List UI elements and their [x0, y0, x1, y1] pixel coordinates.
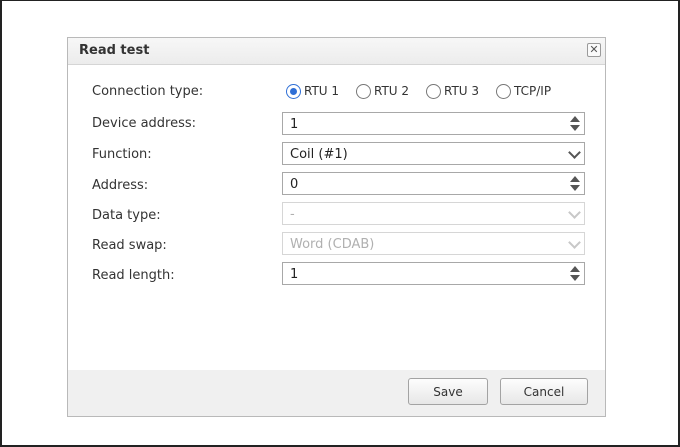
- data-type-value: -: [290, 207, 295, 222]
- address-label: Address:: [92, 178, 149, 193]
- dialog-title: Read test: [79, 43, 150, 58]
- read-test-dialog: Read test ✕ Connection type: RTU 1 RTU 2…: [67, 37, 606, 417]
- device-address-input[interactable]: 1: [282, 112, 585, 135]
- spin-up-icon[interactable]: [570, 116, 580, 122]
- device-address-label: Device address:: [92, 116, 197, 131]
- radio-rtu3-circle[interactable]: [426, 84, 441, 99]
- dialog-footer: Save Cancel: [68, 370, 605, 416]
- chevron-down-icon: [568, 236, 581, 249]
- radio-rtu2-circle[interactable]: [356, 84, 371, 99]
- address-value: 0: [290, 177, 299, 192]
- read-length-spinner[interactable]: [568, 264, 582, 283]
- function-select[interactable]: Coil (#1): [282, 142, 585, 165]
- save-button[interactable]: Save: [408, 378, 488, 405]
- spin-up-icon[interactable]: [570, 266, 580, 272]
- address-input[interactable]: 0: [282, 172, 585, 195]
- read-swap-label: Read swap:: [92, 238, 167, 253]
- read-length-input[interactable]: 1: [282, 262, 585, 285]
- spin-down-icon[interactable]: [570, 125, 580, 131]
- device-address-spinner[interactable]: [568, 114, 582, 133]
- chevron-down-icon: [568, 206, 581, 219]
- device-address-value: 1: [290, 117, 299, 132]
- radio-tcpip-circle[interactable]: [496, 84, 511, 99]
- radio-rtu3-label: RTU 3: [444, 84, 480, 98]
- radio-rtu1-circle[interactable]: [286, 84, 301, 99]
- radio-rtu2-label: RTU 2: [374, 84, 410, 98]
- dialog-header: Read test ✕: [68, 38, 605, 65]
- radio-rtu1-label: RTU 1: [304, 84, 340, 98]
- read-swap-select: Word (CDAB): [282, 232, 585, 255]
- read-length-value: 1: [290, 267, 299, 282]
- read-swap-value: Word (CDAB): [290, 237, 375, 252]
- radio-tcpip-label: TCP/IP: [514, 84, 552, 98]
- address-spinner[interactable]: [568, 174, 582, 193]
- spin-down-icon[interactable]: [570, 185, 580, 191]
- connection-type-label: Connection type:: [92, 84, 204, 99]
- read-length-label: Read length:: [92, 268, 175, 283]
- cancel-button[interactable]: Cancel: [500, 378, 588, 405]
- function-value: Coil (#1): [290, 147, 348, 162]
- close-icon[interactable]: ✕: [587, 43, 601, 57]
- data-type-select: -: [282, 202, 585, 225]
- data-type-label: Data type:: [92, 208, 161, 223]
- spin-down-icon[interactable]: [570, 275, 580, 281]
- function-label: Function:: [92, 147, 152, 162]
- chevron-down-icon[interactable]: [568, 146, 581, 159]
- spin-up-icon[interactable]: [570, 176, 580, 182]
